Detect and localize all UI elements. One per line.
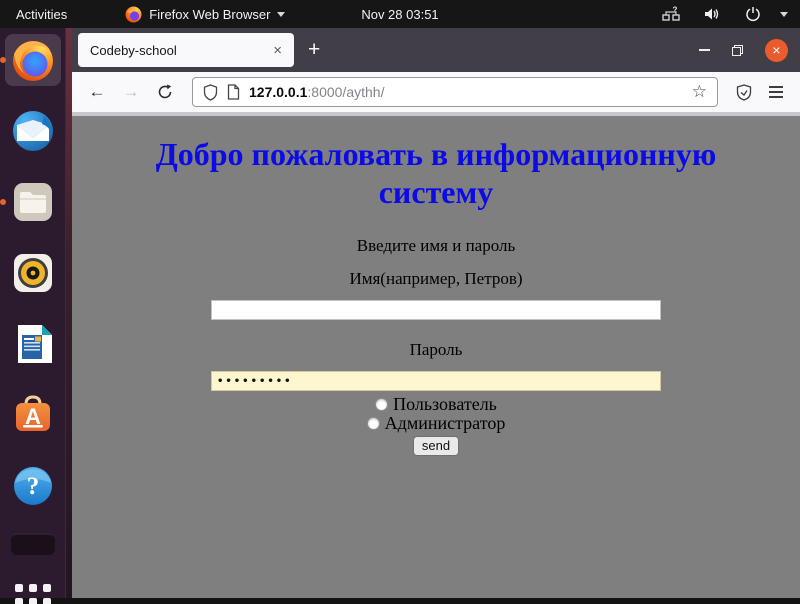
caret-down-icon (277, 12, 285, 17)
back-button[interactable]: ← (82, 77, 112, 107)
shield-icon[interactable] (203, 84, 218, 101)
files-icon (10, 179, 56, 225)
minimized-app-icon (11, 533, 55, 555)
svg-text:?: ? (26, 473, 39, 500)
shield-check-icon[interactable] (730, 78, 758, 106)
running-indicator (0, 57, 6, 63)
radio-admin-label: Администратор (385, 414, 506, 432)
page-title: Добро пожаловать в информационную систем… (126, 135, 746, 211)
radio-admin[interactable] (367, 417, 380, 430)
dock-item-rhythmbox[interactable] (5, 247, 61, 299)
url-path: :8000/aythh/ (307, 84, 384, 100)
help-icon: ? (10, 463, 56, 509)
new-tab-button[interactable]: + (308, 38, 320, 62)
tab-bar: Codeby-school × + × (72, 28, 800, 72)
ubuntu-software-icon: A (10, 392, 56, 438)
app-menu-button[interactable]: Firefox Web Browser (125, 6, 285, 23)
nav-toolbar: ← → 127.0.0.1:8000/aythh/ ☆ (72, 72, 800, 116)
dock-item-help[interactable]: ? (5, 460, 61, 512)
reload-button[interactable] (150, 77, 180, 107)
running-indicator (0, 199, 6, 205)
dock-item-ubuntu-software[interactable]: A (5, 389, 61, 441)
url-bar[interactable]: 127.0.0.1:8000/aythh/ ☆ (192, 77, 718, 107)
page-icon[interactable] (227, 84, 240, 100)
network-question-icon[interactable]: ? (657, 0, 685, 28)
tab-close-icon[interactable]: × (269, 42, 286, 59)
url-host: 127.0.0.1 (249, 84, 307, 100)
bookmark-star-icon[interactable]: ☆ (692, 82, 707, 102)
bottom-edge (0, 598, 800, 604)
role-option-user[interactable]: Пользователь (72, 395, 800, 413)
dock-item-app-grid[interactable] (5, 576, 61, 604)
volume-icon[interactable] (698, 0, 726, 28)
system-top-bar: Activities Firefox Web Browser Nov 28 03… (0, 0, 800, 28)
close-button[interactable]: × (765, 39, 788, 62)
intro-text: Введите имя и пароль (72, 236, 800, 256)
send-button[interactable]: send (413, 436, 459, 456)
tab-codeby-school[interactable]: Codeby-school × (78, 33, 294, 67)
minimize-button[interactable] (699, 49, 710, 51)
password-label: Пароль (72, 340, 800, 360)
activities-button[interactable]: Activities (0, 0, 83, 28)
url-text: 127.0.0.1:8000/aythh/ (249, 84, 384, 100)
dock: A ? (0, 28, 66, 598)
app-menu-label: Firefox Web Browser (149, 7, 270, 22)
screen: Activities Firefox Web Browser Nov 28 03… (0, 0, 800, 604)
libreoffice-writer-icon (10, 321, 56, 367)
firefox-icon (10, 37, 56, 83)
svg-text:?: ? (673, 6, 678, 15)
power-icon[interactable] (739, 0, 767, 28)
radio-user-label: Пользователь (393, 395, 497, 413)
name-label: Имя(например, Петров) (72, 269, 800, 289)
password-input[interactable] (211, 371, 661, 391)
role-option-admin[interactable]: Администратор (72, 414, 800, 432)
forward-button[interactable]: → (116, 77, 146, 107)
rhythmbox-icon (10, 250, 56, 296)
restore-button[interactable] (732, 45, 743, 56)
dock-item-minimized-app[interactable] (5, 531, 61, 557)
name-input[interactable] (211, 300, 661, 320)
dock-item-libreoffice-writer[interactable] (5, 318, 61, 370)
thunderbird-icon (10, 108, 56, 154)
clock[interactable]: Nov 28 03:51 (361, 0, 438, 28)
tab-title: Codeby-school (90, 43, 269, 58)
firefox-mini-icon (125, 6, 142, 23)
web-page: Добро пожаловать в информационную систем… (72, 116, 800, 598)
caret-down-icon[interactable] (780, 12, 788, 17)
radio-user[interactable] (375, 398, 388, 411)
firefox-window: Codeby-school × + × ← → (72, 28, 800, 598)
menu-icon[interactable] (762, 78, 790, 106)
dock-item-files[interactable] (5, 176, 61, 228)
dock-item-firefox[interactable] (5, 34, 61, 86)
dock-item-thunderbird[interactable] (5, 105, 61, 157)
app-grid-icon (15, 584, 51, 604)
